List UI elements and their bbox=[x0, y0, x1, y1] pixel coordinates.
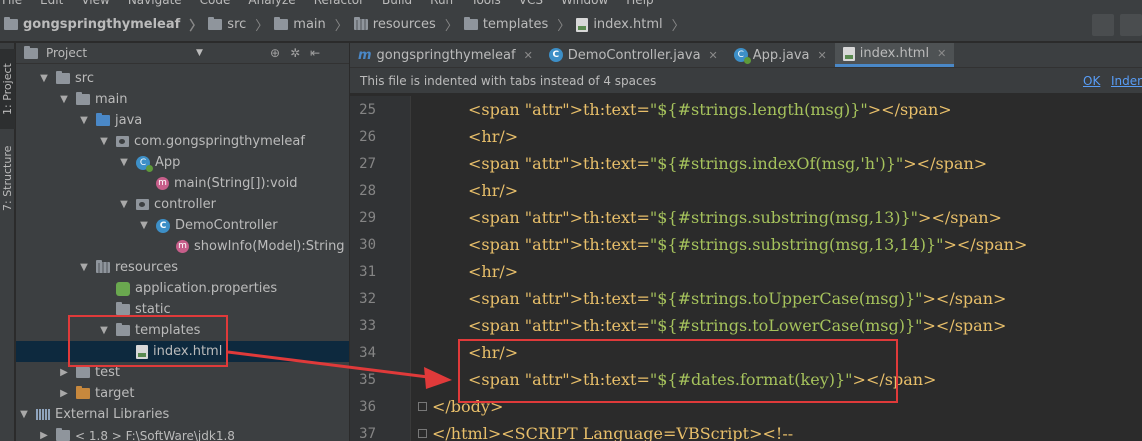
annotation-arrow bbox=[227, 350, 452, 389]
